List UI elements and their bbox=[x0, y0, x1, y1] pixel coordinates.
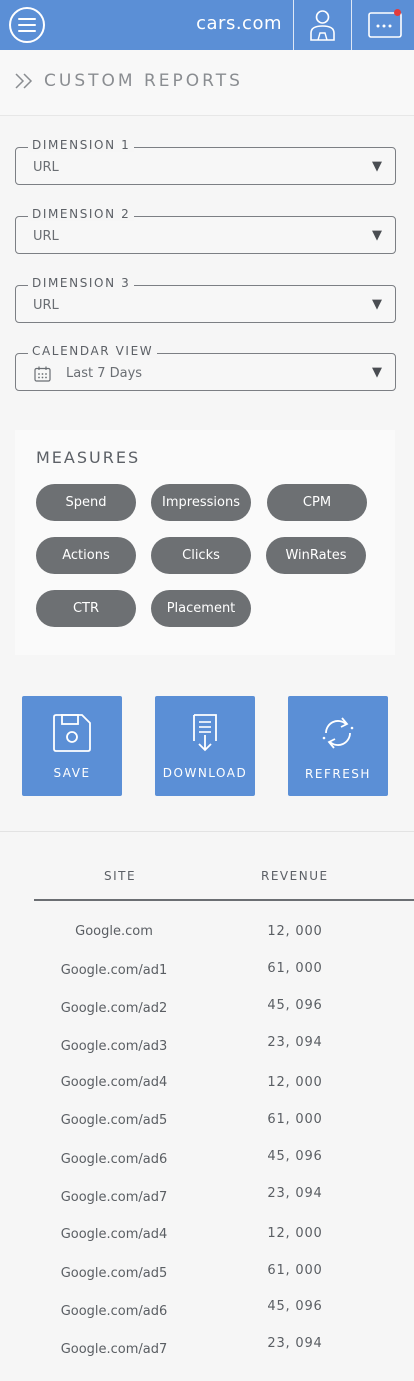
table-row-site: Google.com/ad3 bbox=[60, 1039, 168, 1054]
table-row-site: Google.com/ad7 bbox=[60, 1190, 168, 1205]
calendar-view-select[interactable]: CALENDAR VIEW Last 7 Days ▼ bbox=[15, 344, 396, 391]
measure-chip-winrates[interactable]: WinRates bbox=[266, 537, 366, 574]
table-row-revenue: 45, 096 bbox=[267, 998, 323, 1013]
dimension-3-value: URL bbox=[33, 298, 59, 313]
brand-logo[interactable]: cars.com bbox=[196, 13, 282, 34]
save-label: SAVE bbox=[53, 766, 91, 780]
table-row-revenue: 45, 096 bbox=[267, 1299, 323, 1314]
calendar-view-value: Last 7 Days bbox=[66, 366, 143, 381]
refresh-button[interactable]: REFRESH bbox=[288, 696, 388, 796]
refresh-label: REFRESH bbox=[305, 767, 371, 781]
table-row-revenue: 61, 000 bbox=[267, 961, 323, 976]
dimension-2-value: URL bbox=[33, 229, 59, 244]
table-row-site: Google.com/ad6 bbox=[60, 1304, 168, 1319]
measures-panel: MEASURES Spend Impressions CPM Actions C… bbox=[15, 430, 395, 655]
calendar-view-label: CALENDAR VIEW bbox=[28, 344, 158, 358]
table-row-revenue: 12, 000 bbox=[267, 1075, 323, 1090]
table-row-site: Google.com bbox=[75, 924, 153, 939]
dimension-1-value: URL bbox=[33, 160, 59, 175]
measure-chip-spend[interactable]: Spend bbox=[36, 484, 136, 521]
table-row-site: Google.com/ad4 bbox=[60, 1227, 168, 1242]
dimension-2-select[interactable]: DIMENSION 2 URL ▼ bbox=[15, 207, 396, 254]
message-icon bbox=[368, 12, 402, 38]
measure-chip-placement[interactable]: Placement bbox=[151, 590, 251, 627]
report-header: CUSTOM REPORTS bbox=[0, 50, 414, 116]
divider bbox=[0, 831, 414, 832]
table-row-site: Google.com/ad6 bbox=[60, 1152, 168, 1167]
dimension-3-select[interactable]: DIMENSION 3 URL ▼ bbox=[15, 276, 396, 323]
download-label: DOWNLOAD bbox=[162, 766, 248, 780]
table-row-revenue: 23, 094 bbox=[267, 1186, 323, 1201]
dimension-3-label: DIMENSION 3 bbox=[28, 276, 135, 290]
notification-dot bbox=[394, 9, 401, 16]
caret-down-icon: ▼ bbox=[372, 228, 382, 243]
caret-down-icon: ▼ bbox=[372, 297, 382, 312]
measures-title: MEASURES bbox=[36, 448, 141, 467]
table-header-rule bbox=[34, 899, 414, 901]
download-button[interactable]: DOWNLOAD bbox=[155, 696, 255, 796]
dimension-2-label: DIMENSION 2 bbox=[28, 207, 135, 221]
measure-chip-actions[interactable]: Actions bbox=[36, 537, 136, 574]
table-row-revenue: 23, 094 bbox=[267, 1336, 323, 1351]
table-row-revenue: 23, 094 bbox=[267, 1035, 323, 1050]
table-row-site: Google.com/ad5 bbox=[60, 1113, 168, 1128]
caret-down-icon: ▼ bbox=[372, 365, 382, 380]
table-row-site: Google.com/ad2 bbox=[60, 1001, 168, 1016]
caret-down-icon: ▼ bbox=[372, 159, 382, 174]
calendar-icon bbox=[34, 366, 51, 382]
user-profile-button[interactable] bbox=[294, 0, 351, 50]
menu-icon[interactable] bbox=[9, 7, 45, 43]
table-row-site: Google.com/ad5 bbox=[60, 1266, 168, 1281]
dimension-1-label: DIMENSION 1 bbox=[28, 138, 135, 152]
dimension-1-select[interactable]: DIMENSION 1 URL ▼ bbox=[15, 138, 396, 185]
table-row-revenue: 45, 096 bbox=[267, 1149, 323, 1164]
column-header-revenue[interactable]: REVENUE bbox=[261, 869, 329, 883]
table-row-site: Google.com/ad1 bbox=[60, 963, 168, 978]
table-row-site: Google.com/ad7 bbox=[60, 1342, 168, 1357]
save-icon bbox=[53, 714, 91, 752]
download-document-icon bbox=[193, 714, 217, 752]
measure-chip-impressions[interactable]: Impressions bbox=[151, 484, 251, 521]
double-chevron-right-icon[interactable] bbox=[14, 72, 36, 90]
table-row-revenue: 61, 000 bbox=[267, 1263, 323, 1278]
measure-chip-cpm[interactable]: CPM bbox=[267, 484, 367, 521]
table-row-site: Google.com/ad4 bbox=[60, 1075, 168, 1090]
save-button[interactable]: SAVE bbox=[22, 696, 122, 796]
messages-button[interactable] bbox=[352, 0, 414, 50]
column-header-site[interactable]: SITE bbox=[104, 869, 136, 883]
user-icon bbox=[310, 10, 335, 41]
top-bar: cars.com bbox=[0, 0, 414, 50]
page-title: CUSTOM REPORTS bbox=[44, 71, 243, 91]
table-row-revenue: 12, 000 bbox=[267, 924, 323, 939]
table-row-revenue: 61, 000 bbox=[267, 1112, 323, 1127]
measure-chip-clicks[interactable]: Clicks bbox=[151, 537, 251, 574]
refresh-icon bbox=[322, 717, 354, 749]
table-row-revenue: 12, 000 bbox=[267, 1226, 323, 1241]
measure-chip-ctr[interactable]: CTR bbox=[36, 590, 136, 627]
